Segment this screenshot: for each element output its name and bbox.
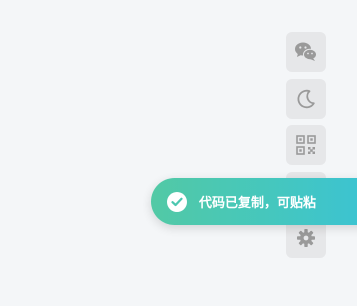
dark-mode-button[interactable] — [286, 79, 326, 119]
copy-success-toast: 代码已复制，可贴粘 — [151, 178, 357, 225]
gear-icon — [296, 228, 316, 248]
moon-icon — [295, 88, 317, 110]
qrcode-icon — [296, 135, 316, 155]
wechat-icon — [294, 41, 318, 63]
toast-message: 代码已复制，可贴粘 — [199, 196, 317, 211]
wechat-button[interactable] — [286, 32, 326, 72]
qrcode-button[interactable] — [286, 125, 326, 165]
check-circle-icon — [167, 191, 187, 212]
